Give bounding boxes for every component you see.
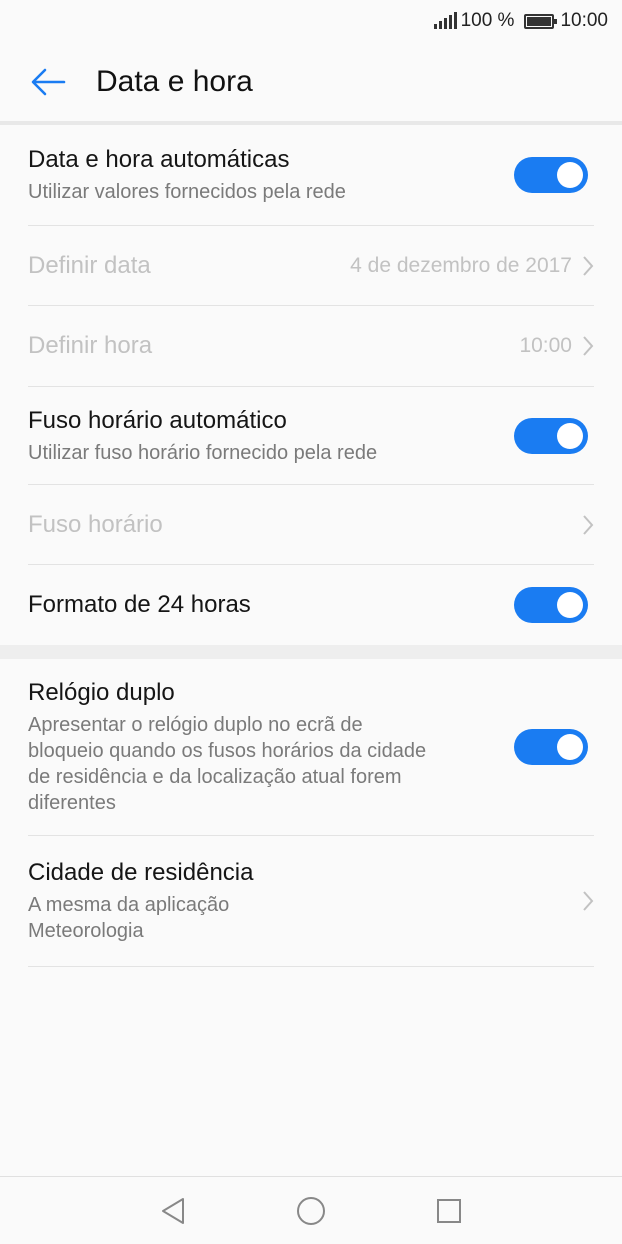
status-bar: 100 % 10:00 <box>0 0 622 42</box>
app-bar: Data e hora <box>0 42 622 122</box>
row-home-city[interactable]: Cidade de residência A mesma da aplicaçã… <box>28 836 594 967</box>
dual-clock-subtitle: Apresentar o relógio duplo no ecrã de bl… <box>28 712 426 816</box>
row-dual-clock[interactable]: Relógio duplo Apresentar o relógio duplo… <box>28 659 594 836</box>
row-format-24h[interactable]: Formato de 24 horas <box>28 565 594 645</box>
auto-datetime-toggle[interactable] <box>514 157 588 193</box>
nav-recents-button[interactable] <box>380 1177 518 1244</box>
chevron-right-icon <box>583 336 594 356</box>
triangle-back-icon <box>162 1197 184 1224</box>
square-recents-icon <box>437 1198 461 1223</box>
dual-clock-subtitle-line: bloqueio quando os fusos horários da cid… <box>28 740 427 762</box>
home-city-subtitle: A mesma da aplicação Meteorologia <box>28 892 253 944</box>
dual-clock-toggle[interactable] <box>514 729 588 765</box>
circle-home-icon <box>297 1196 325 1225</box>
row-timezone: Fuso horário <box>28 485 594 565</box>
nav-back-button[interactable] <box>104 1177 242 1244</box>
format-24h-toggle[interactable] <box>514 587 588 623</box>
section-divider <box>0 645 622 659</box>
timezone-title: Fuso horário <box>28 510 163 538</box>
format-24h-title: Formato de 24 horas <box>28 591 251 618</box>
dual-clock-subtitle-line: diferentes <box>28 792 116 814</box>
home-city-title: Cidade de residência <box>28 859 254 886</box>
set-time-value: 10:00 <box>519 334 572 357</box>
settings-list: Data e hora automáticas Utilizar valores… <box>0 125 622 967</box>
dual-clock-subtitle-line: de residência e da localização atual for… <box>28 766 402 788</box>
dual-clock-subtitle-line: Apresentar o relógio duplo no ecrã de <box>28 714 363 736</box>
chevron-right-icon <box>583 891 594 911</box>
nav-home-button[interactable] <box>242 1177 380 1244</box>
arrow-left-icon <box>31 68 66 96</box>
auto-datetime-title: Data e hora automáticas <box>28 146 290 173</box>
set-time-title: Definir hora <box>28 332 153 359</box>
auto-timezone-title: Fuso horário automático <box>28 406 287 434</box>
chevron-right-icon <box>583 514 594 535</box>
signal-icon <box>433 12 457 29</box>
page-title: Data e hora <box>96 65 253 98</box>
battery-icon <box>524 13 558 29</box>
set-date-title: Definir data <box>28 251 151 279</box>
battery-percentage: 100 % <box>460 10 515 31</box>
set-date-value: 4 de dezembro de 2017 <box>350 253 572 277</box>
row-auto-datetime[interactable]: Data e hora automáticas Utilizar valores… <box>28 125 594 226</box>
home-city-subtitle-line: Meteorologia <box>28 920 144 942</box>
auto-timezone-subtitle: Utilizar fuso horário fornecido pela red… <box>28 441 378 464</box>
row-set-date: Definir data 4 de dezembro de 2017 <box>28 226 594 306</box>
row-set-time: Definir hora 10:00 <box>28 306 594 387</box>
row-auto-timezone[interactable]: Fuso horário automático Utilizar fuso ho… <box>28 387 594 485</box>
back-button[interactable] <box>0 42 96 122</box>
navigation-bar <box>0 1176 622 1244</box>
auto-datetime-subtitle: Utilizar valores fornecidos pela rede <box>28 181 346 203</box>
screen: 100 % 10:00 Data e hora Data e hora auto… <box>0 0 622 1244</box>
chevron-right-icon <box>583 255 594 276</box>
auto-timezone-toggle[interactable] <box>514 417 588 454</box>
home-city-subtitle-line: A mesma da aplicação <box>28 894 230 916</box>
dual-clock-title: Relógio duplo <box>28 679 175 706</box>
clock: 10:00 <box>560 10 608 31</box>
